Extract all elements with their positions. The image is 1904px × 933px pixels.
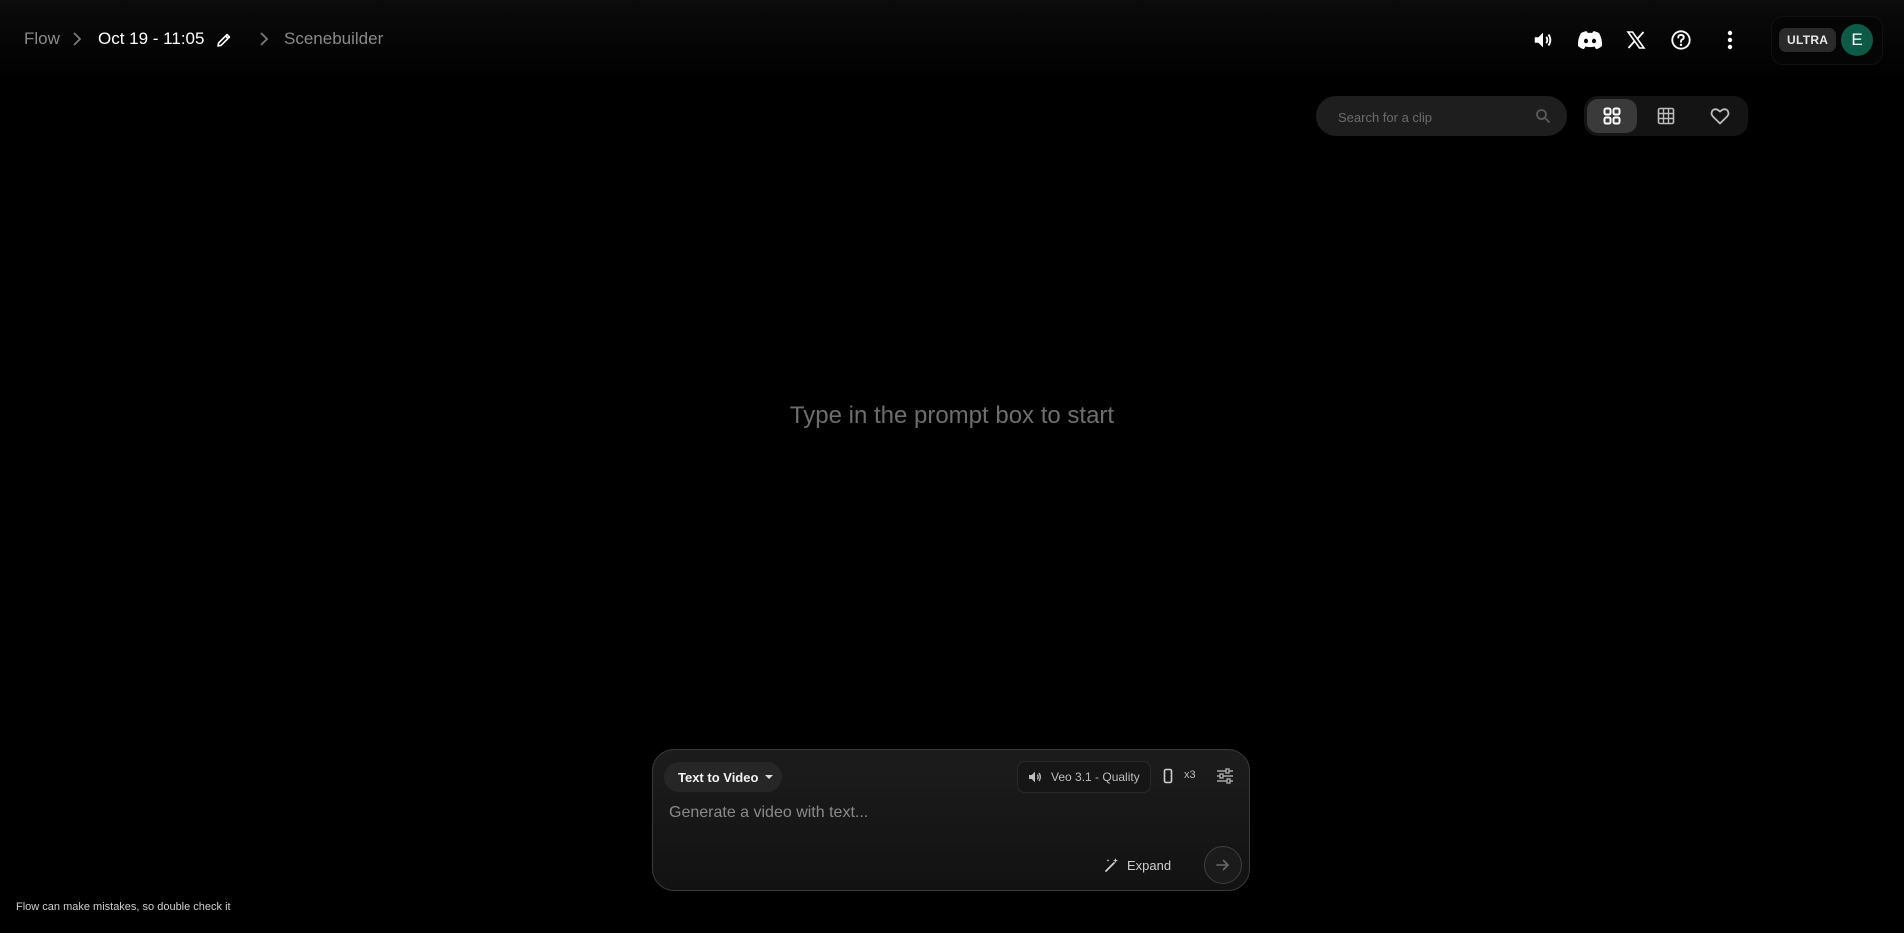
avatar[interactable]: E — [1841, 24, 1873, 56]
sound-button[interactable] — [1525, 22, 1561, 58]
caret-down-icon — [765, 775, 773, 779]
volume-icon — [1534, 32, 1552, 48]
plan-badge: ULTRA — [1779, 28, 1837, 52]
flow-scenebuilder-page: Flow Oct 19 - 11:05 Scenebuilder ULTRA E… — [0, 0, 1904, 933]
pencil-icon — [217, 33, 231, 47]
breadcrumb-scenebuilder: Scenebuilder — [284, 29, 384, 48]
discord-icon — [1577, 31, 1603, 49]
model-selector[interactable]: Veo 3.1 - Quality — [1017, 761, 1151, 793]
more-vert-icon — [1727, 30, 1733, 50]
help-button[interactable] — [1663, 22, 1699, 58]
volume-icon — [1029, 771, 1041, 783]
breadcrumb-project-name[interactable]: Oct 19 - 11:05 — [98, 28, 204, 50]
expand-button[interactable]: Expand — [1104, 853, 1184, 877]
chevron-right-icon — [260, 32, 269, 46]
help-icon — [1671, 30, 1691, 50]
prompt-input[interactable] — [667, 802, 1231, 836]
top-bar: Flow Oct 19 - 11:05 Scenebuilder ULTRA E — [0, 0, 1904, 80]
search-input[interactable] — [1336, 96, 1530, 138]
grid-view-button[interactable] — [1587, 99, 1637, 133]
table-grid-icon — [1657, 107, 1675, 125]
generation-mode-label: Text to Video — [678, 769, 759, 785]
grid-view-icon — [1603, 107, 1621, 125]
tune-settings-icon[interactable] — [1216, 768, 1234, 784]
more-options-button[interactable] — [1712, 22, 1748, 58]
discord-button[interactable] — [1572, 22, 1608, 58]
heart-icon — [1710, 108, 1730, 125]
prompt-composer: Text to Video Veo 3.1 - Quality x3 Gener… — [652, 749, 1250, 891]
output-count[interactable]: x3 — [1184, 769, 1196, 781]
expand-label: Expand — [1127, 857, 1172, 873]
generation-mode-dropdown[interactable]: Text to Video — [664, 762, 782, 792]
view-toggle — [1584, 96, 1748, 136]
chevron-right-icon — [73, 32, 82, 46]
empty-state-message: Type in the prompt box to start — [789, 402, 1115, 429]
arrow-right-icon — [1216, 859, 1230, 871]
x-icon — [1626, 31, 1646, 49]
portrait-aspect-icon[interactable] — [1163, 768, 1173, 784]
table-view-button[interactable] — [1641, 99, 1691, 133]
disclaimer-text: Flow can make mistakes, so double check … — [16, 901, 231, 913]
search-icon[interactable] — [1535, 108, 1551, 124]
model-label: Veo 3.1 - Quality — [1051, 770, 1140, 784]
send-button[interactable] — [1204, 846, 1242, 884]
x-social-button[interactable] — [1618, 22, 1654, 58]
magic-wand-icon — [1105, 858, 1118, 872]
clip-search — [1316, 96, 1567, 138]
edit-project-name-button[interactable] — [206, 22, 242, 58]
breadcrumb-flow[interactable]: Flow — [24, 28, 60, 50]
favorites-button[interactable] — [1695, 99, 1745, 133]
